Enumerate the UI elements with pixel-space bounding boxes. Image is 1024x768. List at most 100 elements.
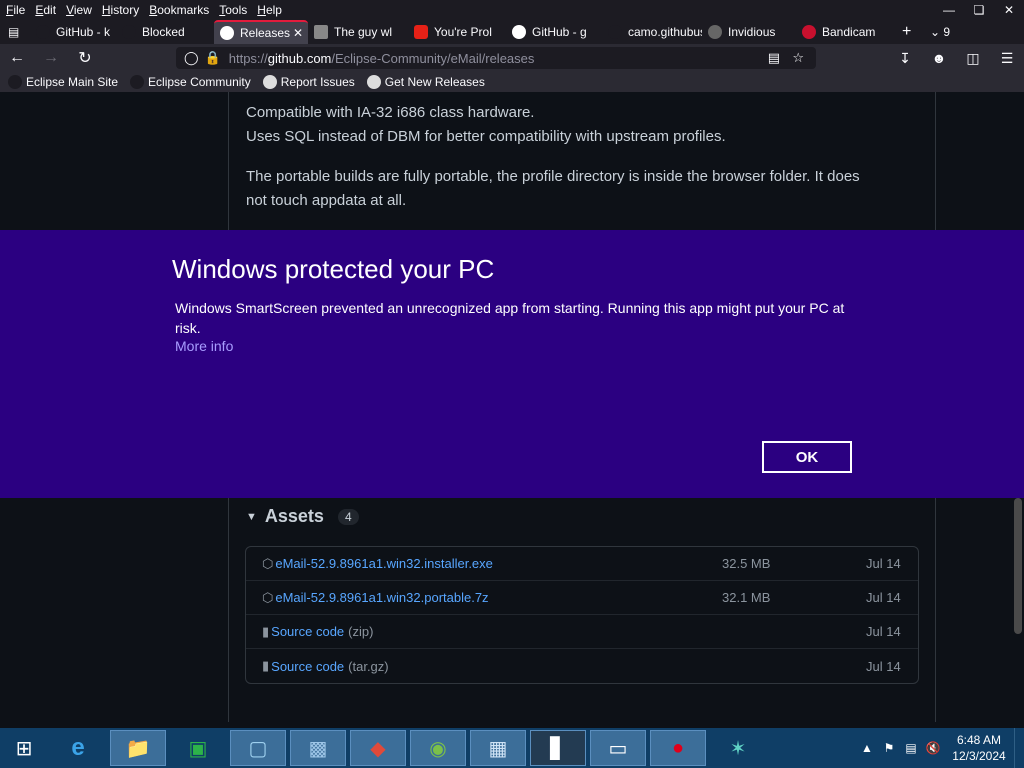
window-controls: — ❏ ✕	[934, 0, 1024, 20]
menu-accelerator: H	[101, 3, 111, 17]
bookmark-label: Report Issues	[280, 75, 355, 89]
menu-help[interactable]: Help	[251, 3, 282, 17]
forward-arrow-icon[interactable]: →	[34, 49, 68, 67]
tab-youre-prol[interactable]: You're Prol	[408, 20, 506, 44]
url-bar[interactable]: ◯ 🔒 https://github.com/Eclipse-Community…	[176, 47, 816, 69]
package-icon: ⬡	[262, 555, 274, 571]
firefox-view-icon[interactable]: ▤	[0, 20, 30, 44]
close-tab-icon[interactable]: ✕	[293, 26, 303, 40]
bookmark-eclipse-community[interactable]: Eclipse Community	[130, 75, 251, 89]
start-windows-icon[interactable]: ⊞	[2, 730, 46, 766]
shield-icon[interactable]: ◯	[184, 50, 199, 66]
new-tab-button[interactable]: +	[896, 20, 924, 44]
control-panel-icon[interactable]: ▦	[470, 730, 526, 766]
reload-icon[interactable]: ↻	[68, 48, 102, 68]
menu-file[interactable]: File	[0, 3, 25, 17]
asset-date: Jul 14	[866, 624, 901, 639]
bookmark-eclipse-main-site[interactable]: Eclipse Main Site	[8, 75, 118, 89]
tab-bar: ▤ GitHub - k Blocked Releases ✕ The guy w…	[0, 20, 1024, 44]
tab-camo[interactable]: camo.githubus	[602, 20, 702, 44]
seahorse-app-icon[interactable]: ✶	[710, 730, 766, 766]
reader-view-icon[interactable]: ▤	[768, 50, 780, 66]
notepad-icon[interactable]: ▢	[230, 730, 286, 766]
extensions-icon[interactable]: ◫	[956, 50, 990, 67]
bookmark-label: Eclipse Main Site	[26, 75, 119, 89]
release-note-paragraph: The portable builds are fully portable, …	[246, 168, 860, 185]
asset-row: ▮ Source code (tar.gz) Jul 14	[246, 649, 918, 683]
navigation-bar: ← → ↻ ◯ 🔒 https://github.com/Eclipse-Com…	[0, 44, 1024, 72]
show-desktop-button[interactable]	[1014, 728, 1024, 768]
window-app-icon[interactable]: ▭	[590, 730, 646, 766]
lock-icon[interactable]: 🔒	[205, 50, 221, 66]
tab-github-k[interactable]: GitHub - k	[30, 20, 116, 44]
menu-accelerator: V	[66, 3, 74, 17]
show-hidden-icons-icon[interactable]: ▲	[856, 741, 878, 755]
tab-the-guy[interactable]: The guy wl	[308, 20, 408, 44]
tab-blocked[interactable]: Blocked	[116, 20, 214, 44]
tab-title: Blocked	[142, 25, 185, 39]
chevron-down-icon: ⌄	[930, 25, 941, 39]
assets-toggle[interactable]: ▼ Assets 4	[246, 506, 359, 527]
command-prompt-icon[interactable]: ▋	[530, 730, 586, 766]
ok-button[interactable]: OK	[762, 441, 852, 473]
tab-title: Releases	[240, 26, 291, 40]
tab-count: 9	[943, 25, 951, 39]
back-arrow-icon[interactable]: ←	[0, 49, 34, 67]
file-zip-icon: ▮	[262, 658, 270, 673]
asset-link[interactable]: Source code	[271, 624, 344, 639]
download-icon[interactable]: ↧	[888, 50, 922, 67]
bandicam-record-icon[interactable]: ●	[650, 730, 706, 766]
close-window-button[interactable]: ✕	[994, 0, 1024, 20]
list-all-tabs-button[interactable]: ⌄ 9	[924, 20, 968, 44]
download-manager-icon[interactable]: ◉	[410, 730, 466, 766]
asset-link[interactable]: eMail-52.9.8961a1.win32.installer.exe	[275, 556, 493, 571]
tab-bandicam[interactable]: Bandicam	[796, 20, 896, 44]
bookmark-label: Get New Releases	[384, 75, 485, 89]
system-tray: ▲ ⚑ ▤ 🔇 6:48 AM 12/3/2024	[856, 728, 1024, 768]
bookmark-report-issues[interactable]: Report Issues	[262, 75, 355, 89]
store-icon[interactable]: ▣	[170, 730, 226, 766]
internet-explorer-icon[interactable]: e	[50, 730, 106, 766]
clock[interactable]: 6:48 AM 12/3/2024	[944, 732, 1014, 764]
network-icon[interactable]: ▤	[900, 741, 922, 755]
bookmark-get-new-releases[interactable]: Get New Releases	[366, 75, 485, 89]
restore-button[interactable]: ❏	[964, 0, 994, 20]
menu-hamburger-icon[interactable]: ☰	[990, 50, 1024, 67]
tab-favicon	[36, 25, 50, 39]
asset-row: ▮ Source code (zip) Jul 14	[246, 615, 918, 649]
tab-releases[interactable]: Releases ✕	[214, 20, 308, 44]
url-path: /Eclipse-Community/eMail/releases	[331, 50, 535, 66]
bookmark-star-icon[interactable]: ☆	[792, 50, 804, 66]
dialog-title: Windows protected your PC	[172, 254, 495, 284]
account-icon[interactable]: ☻	[922, 50, 956, 66]
menu-history[interactable]: History	[96, 3, 139, 17]
eclipse-icon	[8, 75, 22, 89]
tab-invidious[interactable]: Invidious	[702, 20, 796, 44]
image-viewer-icon[interactable]: ▩	[290, 730, 346, 766]
assets-list: ⬡ eMail-52.9.8961a1.win32.installer.exe …	[245, 546, 919, 684]
screen: File Edit View History Bookmarks Tools H…	[0, 0, 1024, 768]
page-scrollbar[interactable]	[1014, 498, 1022, 634]
asset-date: Jul 14	[866, 556, 901, 571]
menu-accelerator: E	[35, 3, 44, 17]
menu-edit[interactable]: Edit	[29, 3, 56, 17]
tab-github-g[interactable]: GitHub - g	[506, 20, 602, 44]
asset-link[interactable]: eMail-52.9.8961a1.win32.portable.7z	[275, 590, 488, 605]
clock-date: 12/3/2024	[952, 749, 1006, 763]
more-info-link[interactable]: More info	[175, 338, 233, 354]
file-zip-icon: ▮	[262, 623, 270, 639]
file-explorer-icon[interactable]: 📁	[110, 730, 166, 766]
volume-muted-icon[interactable]: 🔇	[922, 741, 944, 755]
action-center-flag-icon[interactable]: ⚑	[878, 741, 900, 755]
bookmarks-toolbar: Eclipse Main Site Eclipse Community Repo…	[0, 72, 1024, 92]
menu-bookmarks[interactable]: Bookmarks	[143, 3, 209, 17]
assets-count-badge: 4	[337, 508, 359, 525]
tab-title: The guy wl	[334, 25, 393, 39]
minimize-button[interactable]: —	[934, 0, 964, 20]
menu-view[interactable]: View	[60, 3, 92, 17]
menu-tools[interactable]: Tools	[213, 3, 247, 17]
archive-app-icon[interactable]: ◆	[350, 730, 406, 766]
asset-link[interactable]: Source code	[271, 659, 344, 674]
package-icon: ⬡	[262, 589, 274, 605]
tab-favicon	[122, 25, 136, 39]
